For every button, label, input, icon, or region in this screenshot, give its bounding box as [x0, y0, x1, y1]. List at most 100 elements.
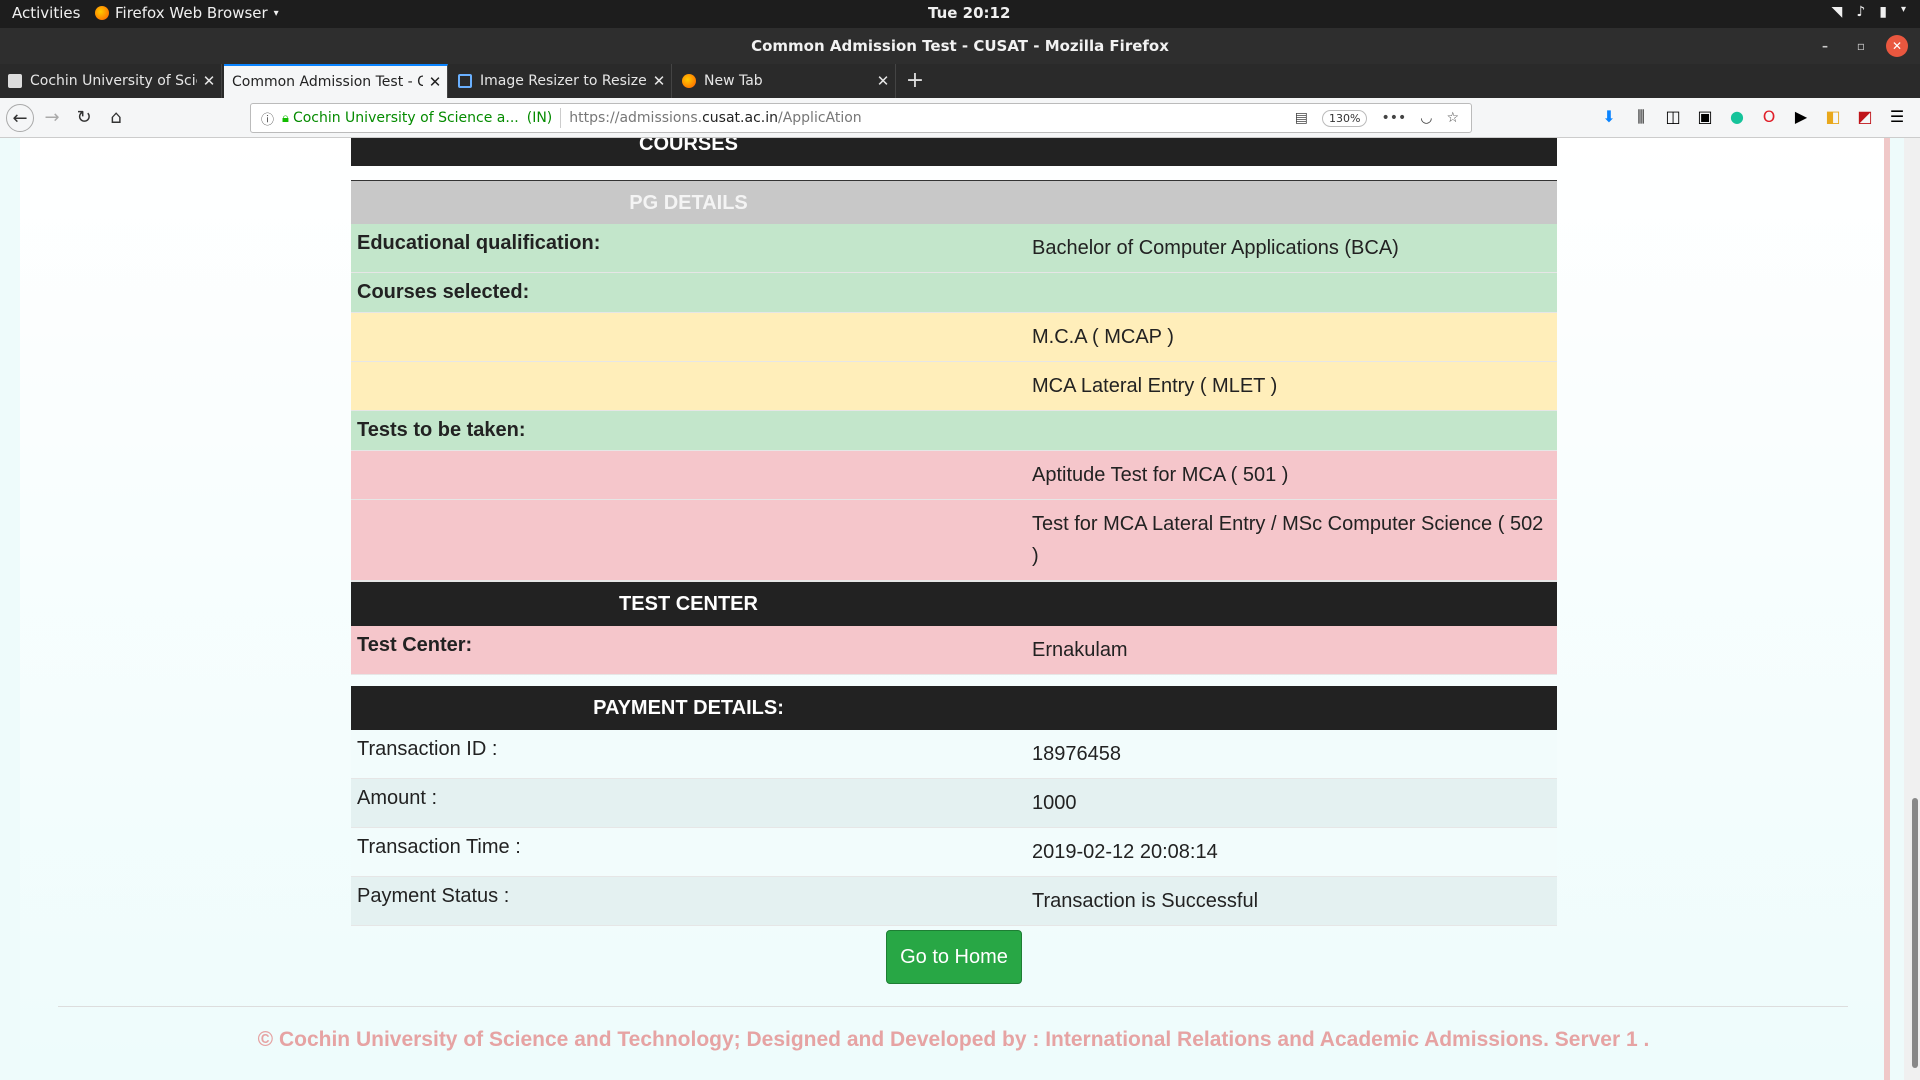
scrollbar-thumb[interactable]	[1912, 798, 1918, 1068]
payment-row: Payment Status : Transaction is Successf…	[351, 877, 1557, 926]
battery-icon: ▮	[1879, 4, 1887, 20]
page-viewport: COURSES PG DETAILS Educational qualifica…	[0, 138, 1920, 1080]
courses-header-text: COURSES	[639, 138, 738, 155]
tab-image-resizer[interactable]: Image Resizer to Resize a ✕	[450, 64, 672, 98]
volume-icon: ♪	[1856, 4, 1866, 20]
download-icon[interactable]: ⬇	[1600, 107, 1618, 127]
sidebar-icon[interactable]: ◫	[1664, 107, 1682, 127]
play-extension-icon[interactable]: ▶	[1792, 107, 1810, 127]
pdf-extension-icon[interactable]: ◩	[1856, 107, 1874, 127]
empty-cell	[351, 500, 1026, 580]
chevron-down-icon: ▾	[1900, 4, 1906, 15]
zoom-indicator[interactable]: 130%	[1321, 109, 1368, 127]
system-tray[interactable]: ◥ ♪ ▮ ▾	[1832, 4, 1906, 20]
test-value: Aptitude Test for MCA ( 501 )	[1032, 464, 1289, 486]
firefox-icon	[682, 74, 696, 88]
toolbar-right: ⬇ ⫼ ◫ ▣ ● O ▶ ◧ ◩ ☰	[1600, 107, 1906, 127]
empty-cell	[1026, 273, 1557, 312]
info-icon[interactable]: ⓘ	[261, 109, 274, 128]
tab-cochin-university[interactable]: Cochin University of Scie ✕	[0, 64, 222, 98]
courses-selected-label: Courses selected:	[357, 281, 530, 303]
clock[interactable]: Tue 20:12	[928, 4, 1010, 22]
test-center-header-text: TEST CENTER	[619, 593, 758, 615]
bookmark-star-icon[interactable]: ☆	[1446, 110, 1459, 126]
payment-label: Amount :	[357, 787, 438, 809]
tab-label: Image Resizer to Resize a	[480, 73, 647, 89]
restore-button[interactable]: ▫	[1850, 35, 1872, 57]
payment-value: 18976458	[1032, 743, 1121, 765]
tests-label: Tests to be taken:	[357, 419, 526, 441]
payment-table: PAYMENT DETAILS: Transaction ID : 189764…	[351, 686, 1557, 926]
test-value: Test for MCA Lateral Entry / MSc Compute…	[1032, 513, 1544, 567]
site-country: (IN)	[526, 110, 553, 126]
course-value: M.C.A ( MCAP )	[1032, 326, 1174, 348]
pg-details-header-text: PG DETAILS	[629, 192, 748, 214]
tab-bar: Cochin University of Scie ✕ Common Admis…	[0, 64, 1920, 98]
url-path: /ApplicAtion	[777, 110, 862, 126]
pg-details-header: PG DETAILS	[351, 180, 1557, 224]
navigation-bar: ← → ↻ ⌂ ⓘ 🔒︎ Cochin University of Scienc…	[0, 98, 1920, 138]
favicon-icon	[458, 74, 472, 88]
favicon-icon	[8, 74, 22, 88]
payment-value: 1000	[1032, 792, 1077, 814]
payment-label: Transaction Time :	[357, 836, 521, 858]
site-identity[interactable]: Cochin University of Science a...	[293, 110, 519, 126]
payment-value: 2019-02-12 20:08:14	[1032, 841, 1218, 863]
pocket-icon[interactable]: ◡	[1420, 110, 1432, 126]
test-center-label: Test Center:	[357, 634, 473, 656]
test-center-row: Test Center: Ernakulam	[351, 626, 1557, 675]
close-tab-icon[interactable]: ✕	[871, 72, 895, 90]
courses-table: COURSES PG DETAILS Educational qualifica…	[351, 138, 1557, 593]
app-menu[interactable]: Firefox Web Browser ▾	[95, 4, 279, 22]
minimize-button[interactable]: –	[1814, 35, 1836, 57]
color-extension-icon[interactable]: ◧	[1824, 107, 1842, 127]
page-actions-icon[interactable]: •••	[1381, 110, 1406, 126]
close-tab-icon[interactable]: ✕	[197, 72, 221, 90]
opera-extension-icon[interactable]: O	[1760, 107, 1778, 127]
lock-icon: 🔒︎	[282, 110, 289, 126]
test-row: Aptitude Test for MCA ( 501 )	[351, 451, 1557, 500]
library-icon[interactable]: ⫼	[1632, 107, 1650, 127]
tab-common-admission-test[interactable]: Common Admission Test - C ✕	[224, 64, 448, 98]
tab-new-tab[interactable]: New Tab ✕	[674, 64, 896, 98]
payment-row: Transaction Time : 2019-02-12 20:08:14	[351, 828, 1557, 877]
hamburger-menu-icon[interactable]: ☰	[1888, 107, 1906, 127]
back-button[interactable]: ←	[6, 104, 34, 132]
new-tab-button[interactable]: +	[900, 64, 930, 98]
tab-label: New Tab	[704, 73, 763, 89]
activities-button[interactable]: Activities	[12, 4, 80, 22]
course-value: MCA Lateral Entry ( MLET )	[1032, 375, 1278, 397]
empty-cell	[351, 362, 1026, 410]
wifi-icon: ◥	[1831, 4, 1843, 20]
divider	[560, 108, 562, 128]
reader-view-icon[interactable]: ▤	[1295, 110, 1308, 126]
close-window-button[interactable]: ✕	[1886, 35, 1908, 57]
chevron-down-icon: ▾	[273, 7, 279, 19]
url-prefix: https://admissions.	[569, 110, 703, 126]
reload-button[interactable]: ↻	[70, 104, 98, 132]
url-bar-actions: ▤ 130% ••• ◡ ☆	[1295, 109, 1459, 127]
qualification-label: Educational qualification:	[357, 232, 601, 254]
grammarly-icon[interactable]: ●	[1728, 107, 1746, 127]
forward-button[interactable]: →	[38, 104, 66, 132]
test-center-value: Ernakulam	[1032, 639, 1128, 661]
qualification-value: Bachelor of Computer Applications (BCA)	[1032, 237, 1399, 259]
payment-value: Transaction is Successful	[1032, 890, 1259, 912]
os-top-bar: Activities Firefox Web Browser ▾ Tue 20:…	[0, 0, 1920, 28]
firefox-icon	[95, 6, 109, 20]
empty-cell	[351, 451, 1026, 499]
test-row: Test for MCA Lateral Entry / MSc Compute…	[351, 500, 1557, 581]
footer-divider	[58, 1006, 1848, 1007]
empty-cell	[1026, 411, 1557, 450]
window-title-bar: Common Admission Test - CUSAT - Mozilla …	[0, 28, 1920, 64]
url-text[interactable]: https://admissions.cusat.ac.in/ApplicAti…	[569, 110, 1294, 126]
payment-label: Payment Status :	[357, 885, 510, 907]
close-tab-icon[interactable]: ✕	[423, 73, 447, 91]
window-title: Common Admission Test - CUSAT - Mozilla …	[751, 37, 1169, 55]
screenshot-extension-icon[interactable]: ▣	[1696, 107, 1714, 127]
url-bar[interactable]: ⓘ 🔒︎ Cochin University of Science a... (…	[250, 103, 1472, 133]
close-tab-icon[interactable]: ✕	[647, 72, 671, 90]
go-to-home-button[interactable]: Go to Home	[886, 930, 1022, 984]
home-icon[interactable]: ⌂	[102, 104, 130, 132]
